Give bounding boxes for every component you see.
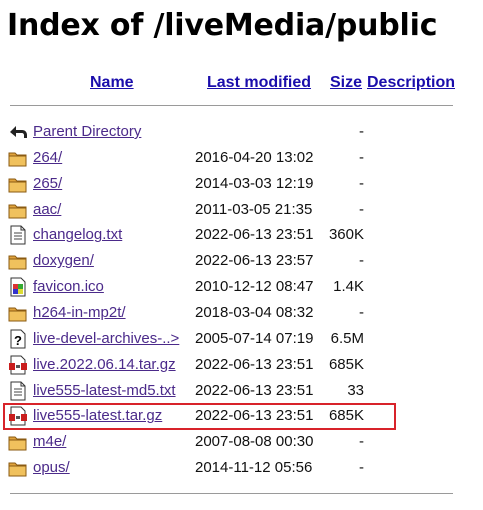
table-row: m4e/2007-08-08 00:30 - [0, 429, 483, 455]
file-link[interactable]: favicon.ico [33, 278, 104, 295]
size-cell: 1.4K [333, 278, 364, 296]
table-row: 265/2014-03-03 12:19 - [0, 171, 483, 197]
bottom-divider [10, 493, 453, 494]
last-modified-cell: 2010-12-12 08:47 [195, 278, 314, 296]
last-modified-cell: 2014-11-12 05:56 [195, 459, 313, 477]
last-modified-cell: 2011-03-05 21:35 [195, 200, 313, 218]
text-file-icon [8, 225, 28, 245]
size-cell: 33 [347, 381, 364, 399]
table-row: favicon.ico 2010-12-12 08:47 1.4K [0, 274, 483, 300]
table-row: Parent Directory - [0, 119, 483, 145]
folder-icon [8, 148, 28, 168]
file-link[interactable]: 264/ [33, 149, 62, 166]
table-row: doxygen/2022-06-13 23:57 - [0, 248, 483, 274]
sort-by-last-modified-link[interactable]: Last modified [207, 74, 311, 91]
table-row: changelog.txt 2022-06-13 23:51 360K [0, 222, 483, 248]
top-divider [10, 105, 453, 106]
size-cell: 360K [328, 226, 364, 244]
sort-by-description-link[interactable]: Description [367, 74, 455, 91]
file-link[interactable]: h264-in-mp2t/ [33, 304, 126, 321]
size-cell: - [359, 148, 364, 166]
last-modified-cell: 2007-08-08 00:30 [195, 433, 314, 451]
last-modified-cell: 2022-06-13 23:51 [195, 381, 314, 399]
size-cell: 6.5M [330, 329, 364, 347]
size-cell: 685K [328, 355, 364, 373]
last-modified-cell: 2005-07-14 07:19 [195, 329, 314, 347]
table-row: h264-in-mp2t/2018-03-04 08:32 - [0, 300, 483, 326]
file-link[interactable]: live.2022.06.14.tar.gz [33, 356, 176, 373]
sort-by-name-link[interactable]: Name [90, 74, 134, 91]
folder-icon [8, 458, 28, 478]
size-cell: - [359, 200, 364, 218]
column-header-description[interactable]: Description [367, 74, 455, 92]
file-link[interactable]: live-devel-archives-..> [33, 330, 179, 347]
file-link[interactable]: opus/ [33, 459, 70, 476]
sort-by-size-link[interactable]: Size [330, 74, 362, 91]
file-link[interactable]: Parent Directory [33, 123, 141, 140]
file-link[interactable]: doxygen/ [33, 252, 94, 269]
size-cell: - [359, 459, 364, 477]
column-header-size[interactable]: Size [330, 74, 362, 92]
unknown-file-icon: ? [8, 329, 28, 349]
size-cell: - [359, 303, 364, 321]
image-file-icon [8, 277, 28, 297]
last-modified-cell: 2014-03-03 12:19 [195, 174, 314, 192]
table-row: opus/2014-11-12 05:56 - [0, 455, 483, 481]
column-header-last-modified[interactable]: Last modified [207, 74, 311, 92]
last-modified-cell: 2016-04-20 13:02 [195, 148, 314, 166]
text-file-icon [8, 381, 28, 401]
last-modified-cell: 2018-03-04 08:32 [195, 303, 314, 321]
folder-icon [8, 303, 28, 323]
table-row: live555-latest-md5.txt 2022-06-13 23:51 33 [0, 378, 483, 404]
last-modified-cell: 2022-06-13 23:57 [195, 252, 314, 270]
file-link[interactable]: 265/ [33, 175, 62, 192]
file-link[interactable]: live555-latest-md5.txt [33, 382, 176, 399]
table-row: 264/2016-04-20 13:02 - [0, 145, 483, 171]
folder-icon [8, 251, 28, 271]
parent-directory-icon [8, 122, 28, 142]
table-row: aac/2011-03-05 21:35 - [0, 197, 483, 223]
file-link[interactable]: aac/ [33, 201, 61, 218]
table-row: live.2022.06.14.tar.gz 2022-06-13 23:51 68… [0, 352, 483, 378]
last-modified-cell: 2022-06-13 23:51 [195, 355, 314, 373]
folder-icon [8, 174, 28, 194]
folder-icon [8, 200, 28, 220]
column-header-name[interactable]: Name [90, 74, 134, 92]
size-cell: - [359, 174, 364, 192]
svg-text:?: ? [14, 333, 22, 348]
size-cell: - [359, 123, 364, 140]
size-cell: - [359, 252, 364, 270]
archive-file-icon [8, 355, 28, 375]
size-cell: - [359, 433, 364, 451]
page-title: Index of /liveMedia/public [7, 8, 438, 43]
file-link[interactable]: changelog.txt [33, 226, 122, 243]
file-link[interactable]: m4e/ [33, 433, 66, 450]
table-row: ? live-devel-archives-..> 2005-07-14 07:19… [0, 326, 483, 352]
highlight-box [3, 403, 396, 430]
last-modified-cell: 2022-06-13 23:51 [195, 226, 314, 244]
folder-icon [8, 432, 28, 452]
